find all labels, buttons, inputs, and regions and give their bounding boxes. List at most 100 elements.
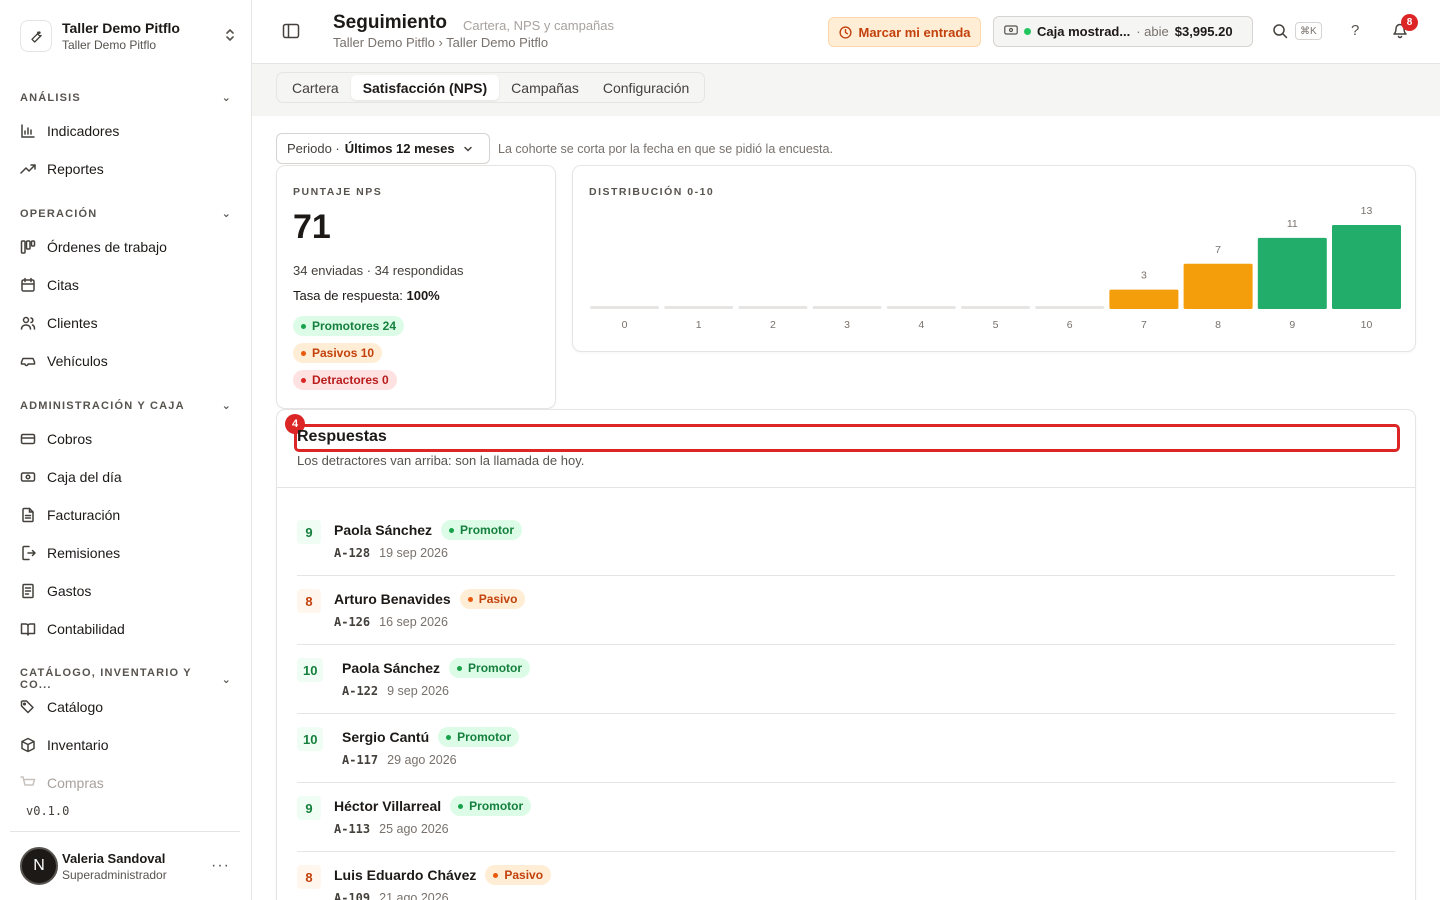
- distribution-card: DISTRIBUCIÓN 0-10 0 1 2 3 4 5 6 3 7 7 8 11 9 13 10: [572, 165, 1416, 352]
- data-label: 3: [1141, 270, 1147, 282]
- sidebar-item-cobros[interactable]: Cobros: [20, 425, 232, 453]
- x-tick-label: 8: [1215, 319, 1221, 331]
- order-code[interactable]: A-109: [334, 891, 370, 900]
- response-date: 25 ago 2026: [379, 822, 449, 836]
- user-menu[interactable]: N Valeria Sandoval Superadministrador ··…: [10, 831, 240, 900]
- package-icon: [20, 737, 36, 753]
- tab-satisfaccion-nps[interactable]: Satisfacción (NPS): [350, 75, 500, 100]
- sidebar-item-caja-del-dia[interactable]: Caja del día: [20, 463, 232, 491]
- main-content: Cartera Satisfacción (NPS) Campañas Conf…: [252, 64, 1440, 900]
- tab-cartera[interactable]: Cartera: [280, 75, 351, 100]
- cash-register-amount: $3,995.20: [1174, 24, 1233, 39]
- nav-section-administracion[interactable]: ADMINISTRACIÓN Y CAJA ⌄: [20, 399, 232, 413]
- book-icon: [20, 621, 36, 637]
- nps-score-chip: 10: [297, 658, 324, 682]
- response-row[interactable]: 8 Arturo Benavides Pasivo A-126 16 sep 2026: [297, 576, 1395, 645]
- sidebar-item-indicadores[interactable]: Indicadores: [20, 117, 232, 145]
- search-icon[interactable]: [1272, 23, 1288, 42]
- clock-icon: [838, 25, 852, 39]
- order-code[interactable]: A-126: [334, 615, 370, 629]
- sidebar-item-reportes[interactable]: Reportes: [20, 155, 232, 183]
- response-rate: Tasa de respuesta: 100%: [293, 288, 440, 303]
- cash-register-icon: [1004, 24, 1018, 39]
- customer-name[interactable]: Paola Sánchez: [334, 522, 432, 538]
- chevrons-updown-icon: [224, 28, 236, 45]
- customer-name[interactable]: Arturo Benavides: [334, 591, 451, 607]
- file-export-icon: [20, 545, 36, 561]
- notification-badge: 8: [1401, 14, 1418, 31]
- category-badge: Pasivo: [459, 589, 526, 609]
- order-code[interactable]: A-122: [342, 684, 378, 698]
- customer-name[interactable]: Paola Sánchez: [342, 660, 440, 676]
- sidebar-item-inventario[interactable]: Inventario: [20, 731, 232, 759]
- response-row[interactable]: 10 Paola Sánchez Promotor A-122 9 sep 2026: [297, 645, 1395, 714]
- sidebar-item-contabilidad[interactable]: Contabilidad: [20, 615, 232, 643]
- status-dot: [1024, 28, 1031, 35]
- sidebar-item-facturacion[interactable]: Facturación: [20, 501, 232, 529]
- sidebar-item-catalogo[interactable]: Catálogo: [20, 693, 232, 721]
- sidebar-item-compras[interactable]: Compras: [20, 769, 232, 797]
- page-subtitle: Cartera, NPS y campañas: [463, 18, 615, 33]
- wrench-icon: [20, 20, 52, 52]
- nps-score-chip: 8: [297, 589, 321, 613]
- kanban-icon: [20, 239, 36, 255]
- nav-section-catalogo[interactable]: CATÁLOGO, INVENTARIO Y CO... ⌄: [20, 667, 232, 691]
- nps-score-chip: 8: [297, 865, 321, 889]
- customer-name[interactable]: Héctor Villarreal: [334, 798, 441, 814]
- sidebar: Taller Demo Pitflo Taller Demo Pitflo AN…: [0, 0, 252, 900]
- sidebar-item-remisiones[interactable]: Remisiones: [20, 539, 232, 567]
- divider: [277, 487, 1415, 488]
- response-row[interactable]: 10 Sergio Cantú Promotor A-117 29 ago 2026: [297, 714, 1395, 783]
- order-code[interactable]: A-113: [334, 822, 370, 836]
- page-title: Seguimiento: [333, 12, 448, 33]
- trend-up-icon: [20, 161, 36, 177]
- chevron-down-icon: ⌄: [221, 673, 232, 686]
- response-row[interactable]: 8 Luis Eduardo Chávez Pasivo A-109 21 ago 20…: [297, 852, 1395, 900]
- sidebar-toggle-icon[interactable]: [282, 22, 300, 43]
- help-icon[interactable]: ?: [1351, 22, 1359, 39]
- nps-score-chip: 9: [297, 520, 321, 544]
- nav-section-operacion[interactable]: OPERACIÓN ⌄: [20, 207, 232, 221]
- distribution-chart: 0 1 2 3 4 5 6 3 7 7 8 11 9 13 10: [590, 205, 1401, 331]
- nps-score-label: PUNTAJE NPS: [293, 186, 383, 198]
- car-icon: [20, 353, 36, 369]
- response-row[interactable]: 9 Paola Sánchez Promotor A-128 19 sep 2026: [297, 507, 1395, 576]
- period-select[interactable]: Periodo · Últimos 12 meses: [276, 133, 490, 164]
- bar-chart-icon: [20, 123, 36, 139]
- data-label: 11: [1287, 218, 1298, 230]
- x-tick-label: 3: [844, 319, 850, 331]
- order-code[interactable]: A-117: [342, 753, 378, 767]
- check-in-button[interactable]: Marcar mi entrada: [828, 17, 981, 47]
- org-switcher[interactable]: Taller Demo Pitflo Taller Demo Pitflo: [20, 16, 236, 56]
- nav-section-analisis[interactable]: ANÁLISIS ⌄: [20, 91, 232, 105]
- x-tick-label: 6: [1067, 319, 1073, 331]
- x-tick-label: 7: [1141, 319, 1147, 331]
- x-tick-label: 0: [622, 319, 628, 331]
- x-tick-label: 4: [918, 319, 924, 331]
- nps-score-chip: 10: [297, 727, 324, 751]
- tags-icon: [20, 699, 36, 715]
- category-badge: Promotor: [441, 520, 523, 540]
- org-name: Taller Demo Pitflo: [62, 20, 180, 36]
- cash-register-selector[interactable]: Caja mostrad... · abie $3,995.20: [993, 16, 1253, 47]
- tab-bar: Cartera Satisfacción (NPS) Campañas Conf…: [276, 72, 706, 103]
- more-horizontal-icon[interactable]: ···: [211, 857, 230, 875]
- banknote-icon: [20, 469, 36, 485]
- sidebar-item-vehiculos[interactable]: Vehículos: [20, 347, 232, 375]
- sidebar-item-citas[interactable]: Citas: [20, 271, 232, 299]
- tab-configuracion[interactable]: Configuración: [591, 75, 701, 100]
- response-row[interactable]: 9 Héctor Villarreal Promotor A-113 25 ago 20…: [297, 783, 1395, 852]
- app: Taller Demo Pitflo Taller Demo Pitflo AN…: [0, 0, 1440, 900]
- order-code[interactable]: A-128: [334, 546, 370, 560]
- data-label: 7: [1215, 244, 1221, 256]
- sidebar-item-gastos[interactable]: Gastos: [20, 577, 232, 605]
- bar-score-3: [812, 306, 882, 309]
- chevron-down-icon: [463, 144, 473, 154]
- customer-name[interactable]: Luis Eduardo Chávez: [334, 867, 476, 883]
- app-version: v0.1.0: [26, 804, 70, 818]
- sidebar-item-ordenes[interactable]: Órdenes de trabajo: [20, 233, 232, 261]
- sidebar-item-clientes[interactable]: Clientes: [20, 309, 232, 337]
- bar-score-5: [961, 306, 1030, 309]
- customer-name[interactable]: Sergio Cantú: [342, 729, 429, 745]
- tab-campanas[interactable]: Campañas: [499, 75, 591, 100]
